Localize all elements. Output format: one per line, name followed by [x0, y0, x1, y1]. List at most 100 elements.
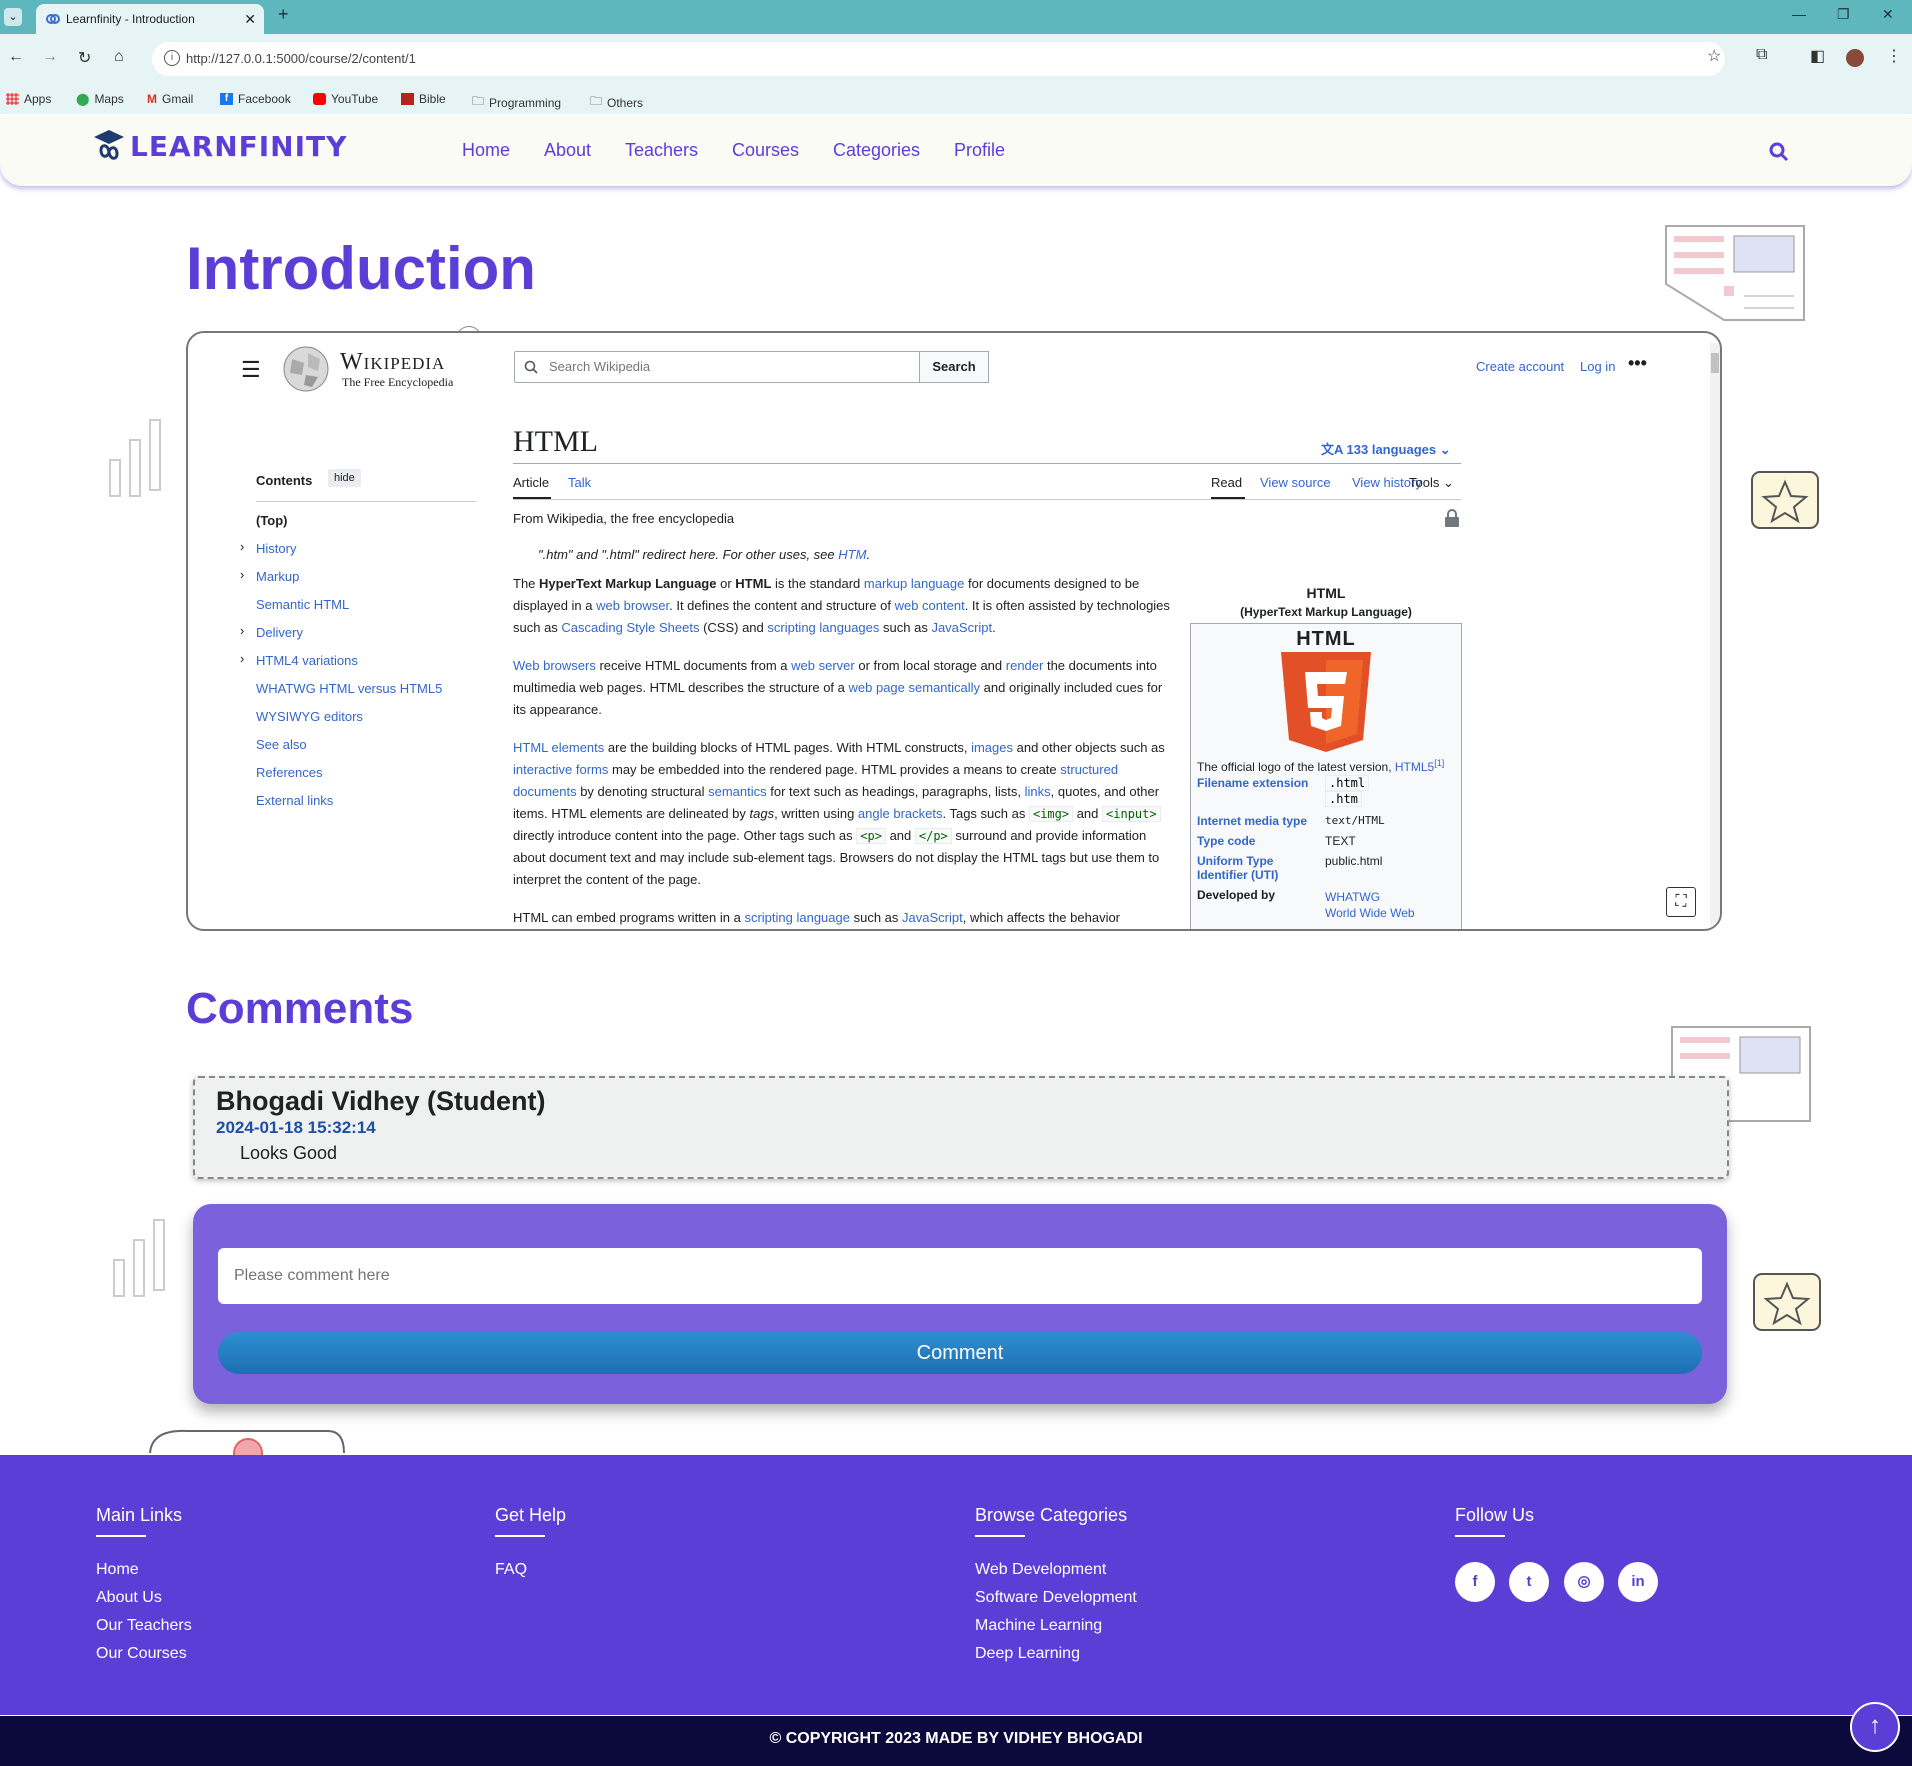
site-info-icon[interactable]: i — [164, 50, 180, 66]
linkedin-icon[interactable]: in — [1618, 1562, 1658, 1602]
wiki-link[interactable]: web page — [849, 680, 905, 695]
frame-scrollbar-thumb[interactable] — [1711, 353, 1719, 373]
back-icon[interactable]: ← — [8, 48, 24, 66]
close-tab-icon[interactable]: ✕ — [244, 4, 256, 34]
wiki-link[interactable]: semantically — [909, 680, 981, 695]
nav-teachers[interactable]: Teachers — [625, 140, 698, 161]
comment-submit-button[interactable]: Comment — [218, 1332, 1702, 1374]
toc-item-history[interactable]: History — [256, 541, 296, 556]
wiki-link[interactable]: links — [1025, 784, 1051, 799]
footer-link-faq[interactable]: FAQ — [495, 1561, 527, 1579]
new-tab-button[interactable]: + — [278, 4, 289, 25]
wikipedia-globe-icon[interactable] — [282, 345, 330, 393]
toc-expand-icon[interactable]: › — [240, 651, 244, 666]
wiki-create-account[interactable]: Create account — [1476, 359, 1564, 374]
nav-about[interactable]: About — [544, 140, 591, 161]
wiki-link[interactable]: angle brackets — [858, 806, 943, 821]
wiki-tab-view-source[interactable]: View source — [1260, 475, 1331, 490]
wiki-search-input[interactable]: Search Wikipedia — [514, 351, 921, 383]
nav-categories[interactable]: Categories — [833, 140, 920, 161]
close-window-icon[interactable]: ✕ — [1882, 6, 1894, 23]
wiki-link[interactable]: scripting languages — [767, 620, 879, 635]
wiki-more-icon[interactable]: ••• — [1628, 353, 1647, 374]
bookmark-maps[interactable]: ⬤ Maps — [76, 92, 124, 106]
toc-item-see-also[interactable]: See also — [256, 737, 307, 752]
toc-item-whatwg[interactable]: WHATWG HTML versus HTML5 — [256, 681, 442, 696]
profile-avatar[interactable] — [1846, 49, 1864, 67]
browser-tab-active[interactable]: Learnfinity - Introduction ✕ — [36, 4, 264, 34]
wiki-log-in[interactable]: Log in — [1580, 359, 1615, 374]
bookmark-apps[interactable]: Apps — [6, 92, 51, 106]
wiki-link[interactable]: Cascading Style Sheets — [561, 620, 699, 635]
wiki-link[interactable]: markup language — [864, 576, 964, 591]
hatnote-link[interactable]: HTM — [838, 547, 866, 562]
wiki-link[interactable]: render — [1006, 658, 1044, 673]
bookmark-gmail[interactable]: M Gmail — [147, 92, 193, 106]
toc-item-html4-variations[interactable]: HTML4 variations — [256, 653, 358, 668]
wiki-tools-menu[interactable]: Tools ⌄ — [1409, 475, 1454, 491]
wiki-tab-article[interactable]: Article — [513, 475, 549, 490]
wiki-language-button[interactable]: 文A 133 languages ⌄ — [1321, 439, 1451, 458]
comment-input[interactable] — [218, 1248, 1702, 1304]
extensions-icon[interactable]: ⧉ — [1756, 46, 1767, 64]
bookmark-star-icon[interactable]: ☆ — [1707, 46, 1721, 66]
toc-item-semantic-html[interactable]: Semantic HTML — [256, 597, 349, 612]
wiki-link[interactable]: web server — [791, 658, 855, 673]
toc-item-references[interactable]: References — [256, 765, 322, 780]
wiki-link[interactable]: images — [971, 740, 1013, 755]
restore-icon[interactable]: ❐ — [1837, 6, 1850, 23]
wiki-link[interactable]: Web browsers — [513, 658, 596, 673]
wiki-link[interactable]: web content — [895, 598, 965, 613]
footer-link-software-development[interactable]: Software Development — [975, 1589, 1137, 1607]
footer-link-teachers[interactable]: Our Teachers — [96, 1617, 192, 1635]
twitter-icon[interactable]: t — [1509, 1562, 1549, 1602]
toc-item-markup[interactable]: Markup — [256, 569, 299, 584]
wiki-menu-icon[interactable]: ☰ — [241, 357, 261, 383]
reload-icon[interactable]: ↻ — [78, 48, 91, 68]
bookmark-youtube[interactable]: YouTube — [313, 92, 378, 106]
wiki-link[interactable]: HTML elements — [513, 740, 604, 755]
wiki-search-button[interactable]: Search — [919, 351, 989, 383]
toc-item-wysiwyg[interactable]: WYSIWYG editors — [256, 709, 363, 724]
frame-scrollbar[interactable] — [1710, 343, 1720, 927]
browser-menu-icon[interactable]: ⋮ — [1886, 46, 1902, 66]
toc-expand-icon[interactable]: › — [240, 623, 244, 638]
search-icon[interactable] — [1769, 142, 1789, 162]
wiki-link[interactable]: WHATWG — [1325, 890, 1380, 904]
forward-icon[interactable]: → — [42, 48, 58, 66]
bookmark-folder-programming[interactable]: 🗀 Programming — [472, 92, 561, 113]
wiki-tab-talk[interactable]: Talk — [568, 475, 591, 490]
footer-link-about[interactable]: About Us — [96, 1589, 162, 1607]
toc-item-delivery[interactable]: Delivery — [256, 625, 303, 640]
fullscreen-icon[interactable]: ⛶ — [1666, 887, 1696, 917]
site-logo[interactable]: LEARNFINITY — [94, 128, 347, 164]
wiki-wordmark[interactable]: Wikipedia — [340, 349, 445, 376]
bookmark-folder-others[interactable]: 🗀 Others — [590, 92, 643, 113]
embedded-content-frame[interactable]: ☰ Wikipedia The Free Encyclopedia Search… — [186, 331, 1722, 931]
side-panel-icon[interactable]: ◧ — [1810, 46, 1825, 66]
toc-expand-icon[interactable]: › — [240, 567, 244, 582]
toc-expand-icon[interactable]: › — [240, 539, 244, 554]
nav-courses[interactable]: Courses — [732, 140, 799, 161]
facebook-icon[interactable]: f — [1455, 1562, 1495, 1602]
back-to-top-button[interactable]: ↑ — [1850, 1702, 1900, 1752]
footer-link-courses[interactable]: Our Courses — [96, 1645, 187, 1663]
wiki-link[interactable]: JavaScript — [931, 620, 992, 635]
wiki-link[interactable]: interactive forms — [513, 762, 608, 777]
bookmark-facebook[interactable]: f Facebook — [220, 92, 291, 106]
toc-hide-button[interactable]: hide — [328, 469, 361, 487]
minimize-icon[interactable]: — — [1792, 6, 1806, 22]
bookmark-bible[interactable]: Bible — [401, 92, 446, 106]
nav-home[interactable]: Home — [462, 140, 510, 161]
toc-item-top[interactable]: (Top) — [256, 513, 288, 528]
wiki-tab-read[interactable]: Read — [1211, 475, 1242, 490]
toc-item-external-links[interactable]: External links — [256, 793, 333, 808]
wiki-link[interactable]: scripting language — [744, 910, 850, 925]
footer-link-web-development[interactable]: Web Development — [975, 1561, 1106, 1579]
home-icon[interactable]: ⌂ — [114, 48, 124, 66]
instagram-icon[interactable]: ◎ — [1564, 1562, 1604, 1602]
footer-link-deep-learning[interactable]: Deep Learning — [975, 1645, 1080, 1663]
footer-link-home[interactable]: Home — [96, 1561, 139, 1579]
wiki-link[interactable]: semantics — [708, 784, 767, 799]
tab-search-dropdown[interactable]: ⌄ — [4, 8, 22, 26]
